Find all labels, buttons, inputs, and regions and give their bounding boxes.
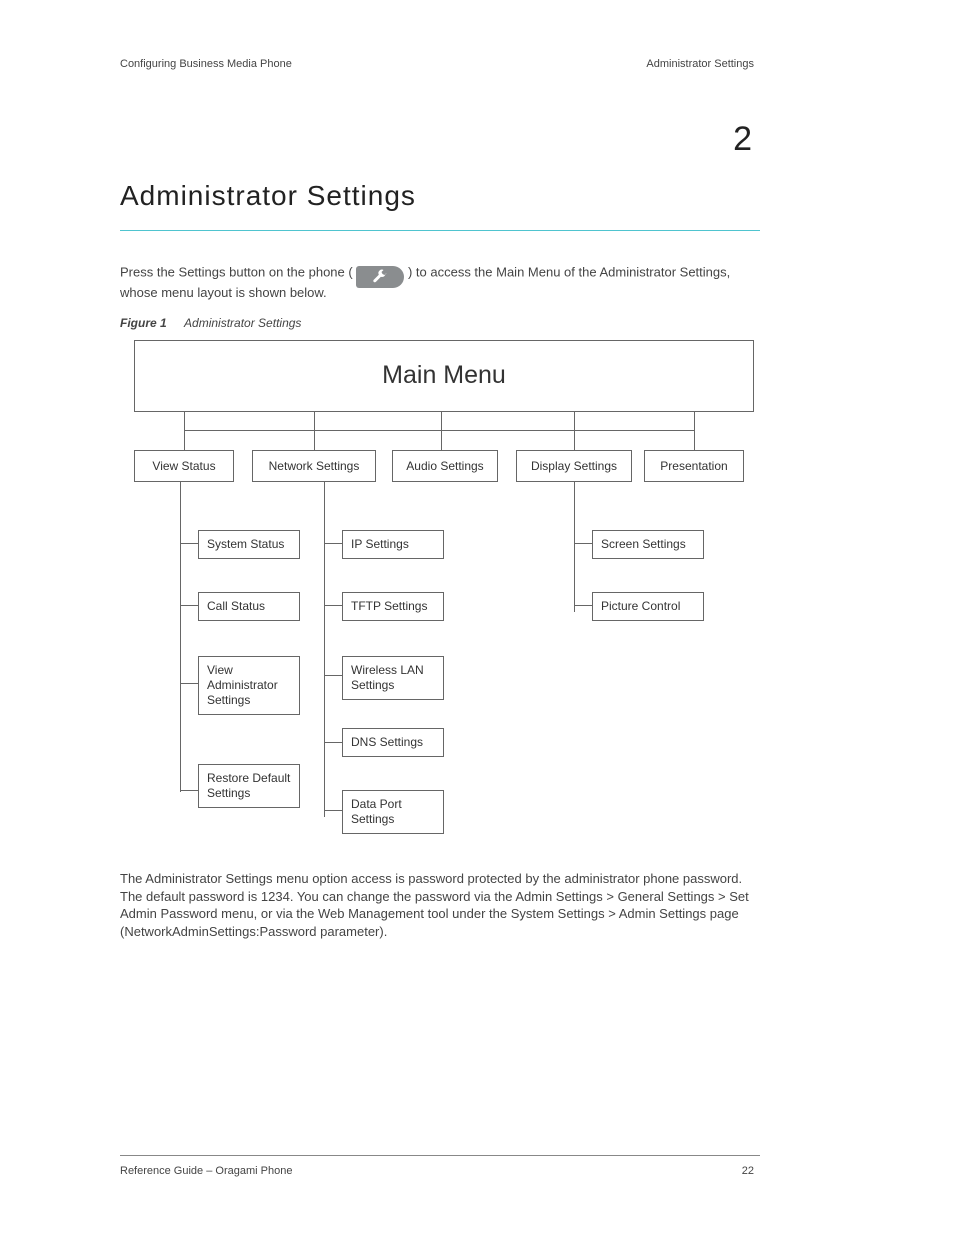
connector [314, 430, 315, 450]
sub-system-status: System Status [198, 530, 300, 559]
sub-tftp-settings: TFTP Settings [342, 592, 444, 621]
footnote: The Administrator Settings menu option a… [120, 870, 760, 940]
connector [441, 430, 442, 450]
sub-dataport-settings: Data Port Settings [342, 790, 444, 834]
connector [324, 605, 342, 606]
header-left: Configuring Business Media Phone [120, 58, 292, 70]
connector [694, 430, 695, 450]
figure-label: Figure 1 [120, 316, 167, 330]
chapter-title: Administrator Settings [120, 180, 416, 212]
connector [180, 790, 198, 791]
connector [180, 605, 198, 606]
wrench-icon [356, 266, 404, 288]
connector [324, 675, 342, 676]
intro-text: Press the Settings button on the phone (… [120, 262, 760, 302]
connector [324, 742, 342, 743]
connector [184, 412, 185, 430]
sub-wlan-settings: Wireless LAN Settings [342, 656, 444, 700]
connector [180, 543, 198, 544]
connector [694, 412, 695, 430]
connector [574, 482, 575, 612]
divider-bottom [120, 1155, 760, 1156]
intro-prefix: Press the Settings button on the phone ( [120, 264, 353, 279]
figure-title: Administrator Settings [184, 316, 301, 330]
sub-call-status: Call Status [198, 592, 300, 621]
connector [441, 412, 442, 430]
sub-view-admin-settings: View Administrator Settings [198, 656, 300, 715]
main-menu-box: Main Menu [134, 340, 754, 412]
sub-ip-settings: IP Settings [342, 530, 444, 559]
cat-view-status: View Status [134, 450, 234, 482]
sub-dns-settings: DNS Settings [342, 728, 444, 757]
connector [324, 810, 342, 811]
connector [324, 543, 342, 544]
cat-display-settings: Display Settings [516, 450, 632, 482]
divider-top [120, 230, 760, 231]
connector [184, 430, 694, 431]
connector [180, 482, 181, 792]
footer-page-number: 22 [742, 1165, 754, 1177]
chapter-number: 2 [733, 120, 754, 159]
connector [324, 482, 325, 817]
connector [184, 430, 185, 450]
connector [574, 543, 592, 544]
header-right: Administrator Settings [646, 58, 754, 70]
figure-caption: Figure 1 Administrator Settings [120, 316, 301, 330]
connector [574, 605, 592, 606]
connector [574, 430, 575, 450]
sub-screen-settings: Screen Settings [592, 530, 704, 559]
cat-presentation: Presentation [644, 450, 744, 482]
sub-restore-default: Restore Default Settings [198, 764, 300, 808]
cat-audio-settings: Audio Settings [392, 450, 498, 482]
menu-diagram: Main Menu View Status Network Settings A… [134, 340, 754, 850]
connector [180, 683, 198, 684]
footer-left: Reference Guide – Oragami Phone [120, 1165, 292, 1177]
connector [574, 412, 575, 430]
connector [314, 412, 315, 430]
cat-network-settings: Network Settings [252, 450, 376, 482]
sub-picture-control: Picture Control [592, 592, 704, 621]
